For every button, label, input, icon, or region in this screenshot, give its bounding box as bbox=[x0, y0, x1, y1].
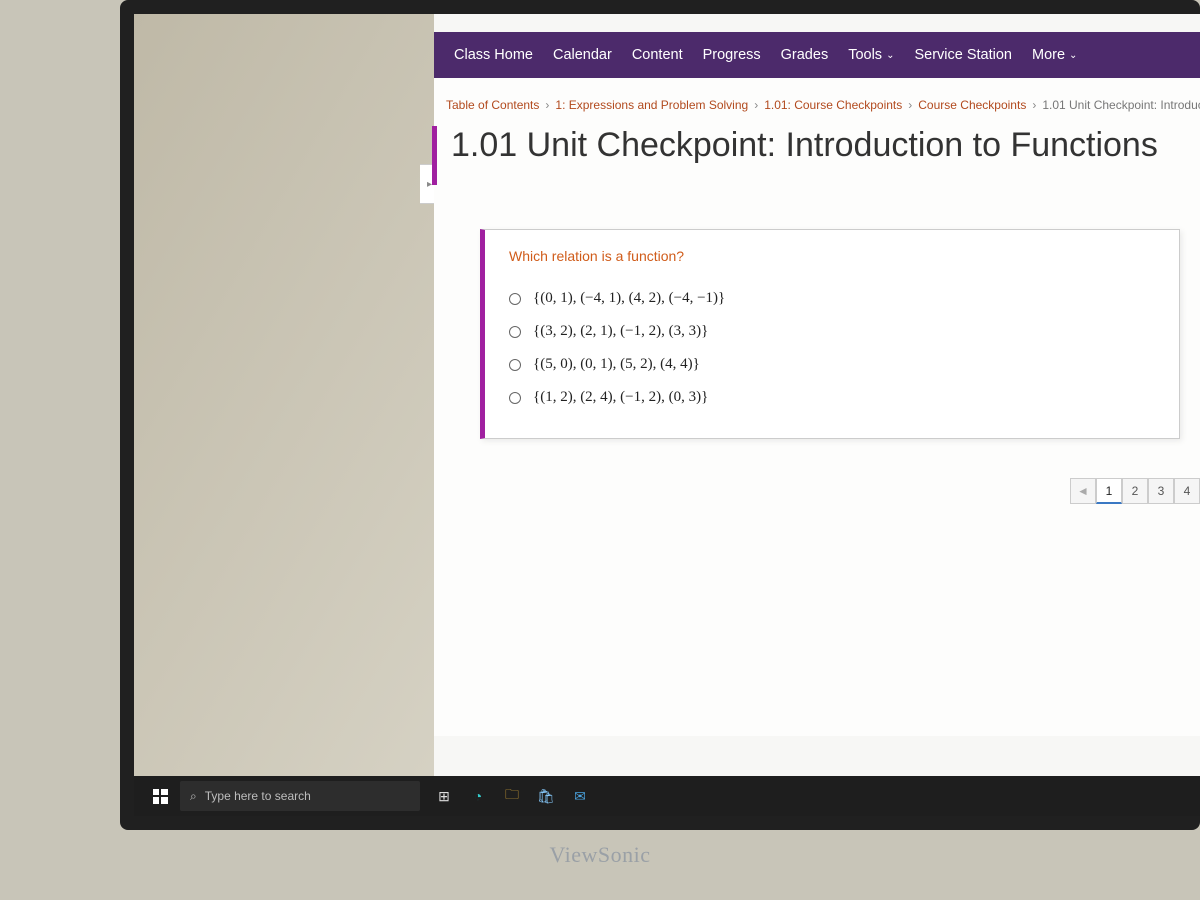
quiz-option[interactable]: {(0, 1), (−4, 1), (4, 2), (−4, −1)} bbox=[509, 282, 1155, 315]
lms-nav-bar: Class Home Calendar Content Progress Gra… bbox=[434, 32, 1200, 78]
pager-page[interactable]: 2 bbox=[1122, 478, 1148, 504]
monitor-brand: ViewSonic bbox=[550, 842, 651, 868]
nav-label: Class Home bbox=[454, 47, 533, 63]
pager-page[interactable]: 1 bbox=[1096, 478, 1122, 504]
monitor-bezel: Class Home Calendar Content Progress Gra… bbox=[120, 0, 1200, 830]
quiz-option[interactable]: {(1, 2), (2, 4), (−1, 2), (0, 3)} bbox=[509, 381, 1155, 414]
page-title: 1.01 Unit Checkpoint: Introduction to Fu… bbox=[432, 126, 1200, 185]
quiz-option-text: {(0, 1), (−4, 1), (4, 2), (−4, −1)} bbox=[533, 290, 725, 307]
chevron-down-icon: ⌄ bbox=[886, 50, 894, 61]
breadcrumb-item-current: 1.01 Unit Checkpoint: Introduct bbox=[1042, 98, 1200, 112]
nav-label: Progress bbox=[703, 47, 761, 63]
pager-page[interactable]: 3 bbox=[1148, 478, 1174, 504]
nav-service-station[interactable]: Service Station bbox=[904, 47, 1022, 63]
pager-page[interactable]: 4 bbox=[1174, 478, 1200, 504]
radio-icon[interactable] bbox=[509, 392, 521, 404]
nav-more[interactable]: More ⌄ bbox=[1022, 47, 1087, 63]
breadcrumb-sep: › bbox=[754, 98, 758, 112]
breadcrumb-item[interactable]: 1: Expressions and Problem Solving bbox=[555, 98, 748, 112]
start-button[interactable] bbox=[140, 776, 180, 816]
content-area: Table of Contents › 1: Expressions and P… bbox=[434, 78, 1200, 736]
mail-icon[interactable]: ✉ bbox=[566, 782, 594, 810]
quiz-option-text: {(5, 0), (0, 1), (5, 2), (4, 4)} bbox=[533, 356, 700, 373]
breadcrumb-item[interactable]: Course Checkpoints bbox=[918, 98, 1026, 112]
quiz-option[interactable]: {(5, 0), (0, 1), (5, 2), (4, 4)} bbox=[509, 348, 1155, 381]
wall-background bbox=[134, 14, 434, 816]
nav-class-home[interactable]: Class Home bbox=[444, 47, 543, 63]
file-explorer-icon[interactable]: 🗀 bbox=[498, 782, 526, 810]
nav-grades[interactable]: Grades bbox=[771, 47, 839, 63]
quiz-question: Which relation is a function? bbox=[509, 248, 1155, 264]
edge-icon[interactable]: ◔ bbox=[464, 782, 492, 810]
taskbar-icons: ⊞ ◔ 🗀 🛍 ✉ bbox=[430, 782, 594, 810]
breadcrumb-sep: › bbox=[908, 98, 912, 112]
search-placeholder: Type here to search bbox=[205, 789, 311, 803]
quiz-option[interactable]: {(3, 2), (2, 1), (−1, 2), (3, 3)} bbox=[509, 315, 1155, 348]
question-pager: ◄ 1 2 3 4 bbox=[1070, 478, 1200, 504]
breadcrumb-sep: › bbox=[545, 98, 549, 112]
quiz-option-text: {(3, 2), (2, 1), (−1, 2), (3, 3)} bbox=[533, 323, 708, 340]
breadcrumb-sep: › bbox=[1032, 98, 1036, 112]
screen: Class Home Calendar Content Progress Gra… bbox=[134, 14, 1200, 816]
quiz-panel: Which relation is a function? {(0, 1), (… bbox=[480, 229, 1180, 439]
nav-label: Content bbox=[632, 47, 683, 63]
nav-content[interactable]: Content bbox=[622, 47, 693, 63]
nav-calendar[interactable]: Calendar bbox=[543, 47, 622, 63]
windows-icon bbox=[153, 789, 168, 804]
windows-taskbar: ⌕ Type here to search ⊞ ◔ 🗀 🛍 ✉ bbox=[134, 776, 1200, 816]
breadcrumb-item[interactable]: 1.01: Course Checkpoints bbox=[764, 98, 902, 112]
breadcrumb: Table of Contents › 1: Expressions and P… bbox=[434, 98, 1200, 126]
nav-tools[interactable]: Tools ⌄ bbox=[838, 47, 904, 63]
nav-label: Tools bbox=[848, 47, 882, 63]
taskbar-search[interactable]: ⌕ Type here to search bbox=[180, 781, 420, 811]
radio-icon[interactable] bbox=[509, 326, 521, 338]
radio-icon[interactable] bbox=[509, 293, 521, 305]
nav-label: Calendar bbox=[553, 47, 612, 63]
task-view-icon[interactable]: ⊞ bbox=[430, 782, 458, 810]
chevron-down-icon: ⌄ bbox=[1069, 50, 1077, 61]
store-icon[interactable]: 🛍 bbox=[532, 782, 560, 810]
nav-label: Grades bbox=[781, 47, 829, 63]
radio-icon[interactable] bbox=[509, 359, 521, 371]
quiz-option-text: {(1, 2), (2, 4), (−1, 2), (0, 3)} bbox=[533, 389, 708, 406]
breadcrumb-item[interactable]: Table of Contents bbox=[446, 98, 539, 112]
search-icon: ⌕ bbox=[190, 789, 197, 804]
nav-progress[interactable]: Progress bbox=[693, 47, 771, 63]
nav-label: More bbox=[1032, 47, 1065, 63]
nav-label: Service Station bbox=[914, 47, 1012, 63]
pager-prev[interactable]: ◄ bbox=[1070, 478, 1096, 504]
